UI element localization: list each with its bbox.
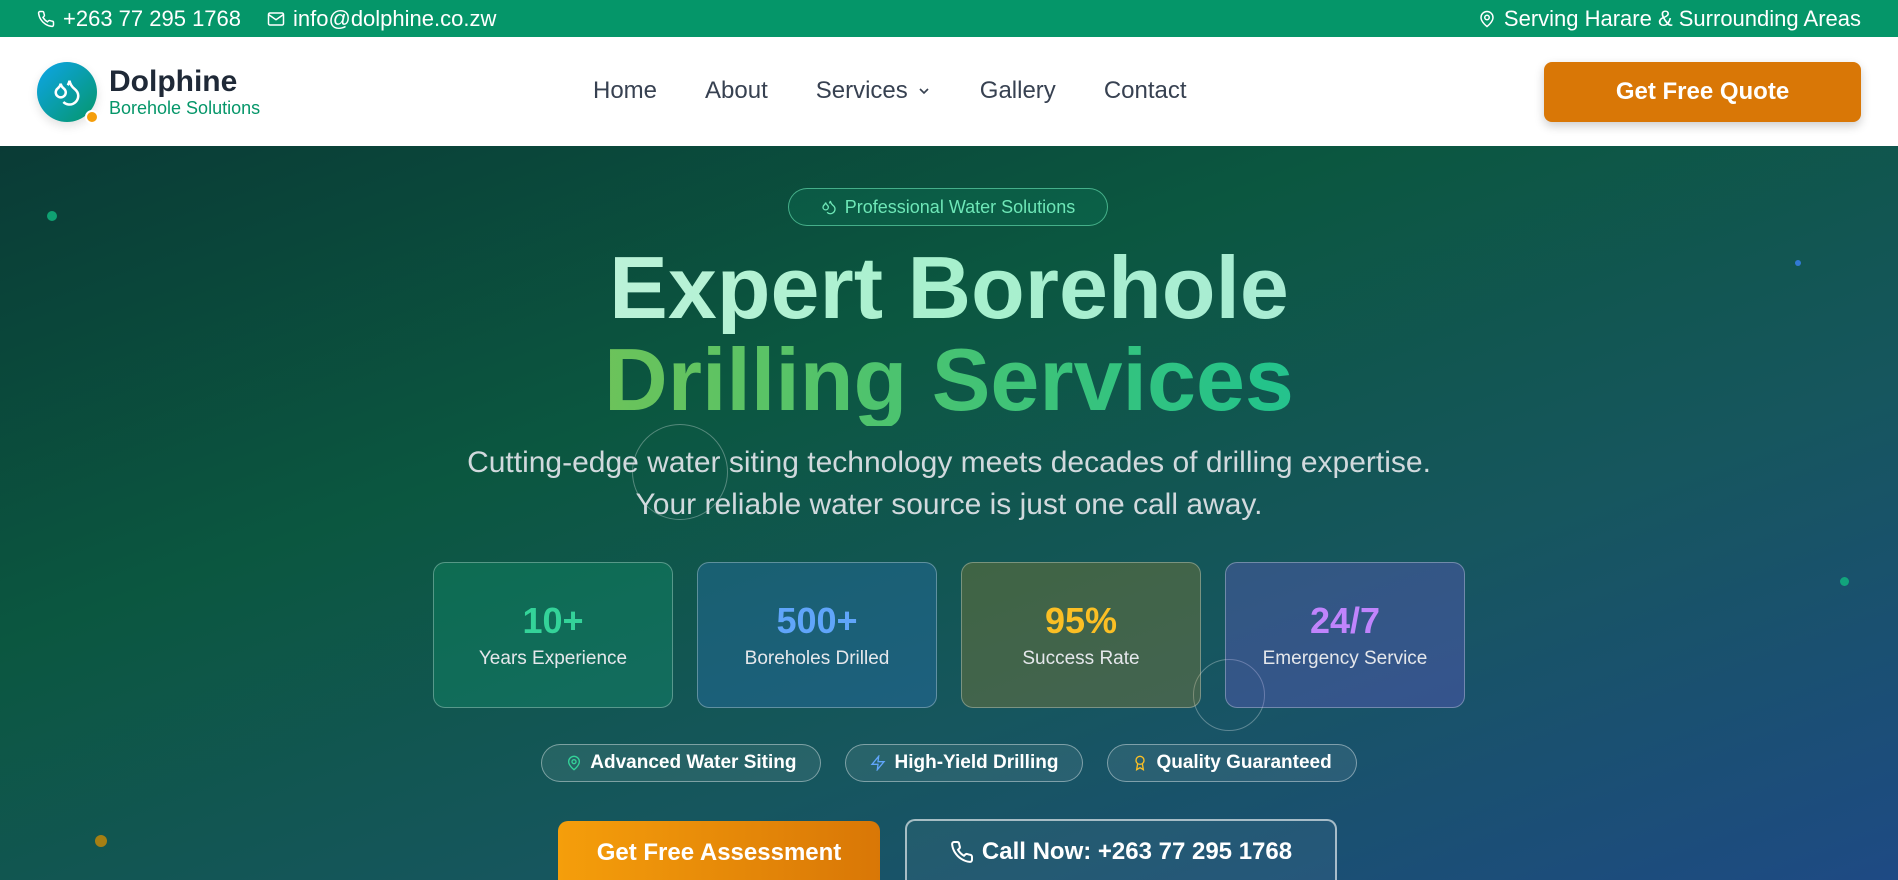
email-link[interactable]: info@dolphine.co.zw [267, 6, 496, 32]
water-drops-icon [54, 79, 80, 106]
top-info-bar: +263 77 295 1768 info@dolphine.co.zw Ser… [0, 0, 1898, 37]
map-pin-icon [1480, 10, 1494, 27]
brand-name: Dolphine [109, 64, 238, 98]
call-now-label: Call Now: +263 77 295 1768 [981, 838, 1293, 865]
hero-section: Professional Water Solutions Expert Bore… [0, 146, 1898, 880]
feature-label: Advanced Water Siting [590, 752, 797, 773]
nav-services-label: Services [815, 77, 908, 104]
phone-text: +263 77 295 1768 [63, 5, 242, 31]
stat-label: Emergency Service [1262, 648, 1428, 669]
nav-gallery-label: Gallery [979, 77, 1056, 104]
stat-card-emergency: 24/7 Emergency Service [1225, 562, 1465, 708]
stat-card-experience: 10+ Years Experience [433, 562, 673, 708]
nav-about-label: About [705, 77, 768, 104]
main-nav: Home About Services Gallery Contact [593, 77, 1187, 105]
contact-info: +263 77 295 1768 info@dolphine.co.zw [37, 6, 496, 32]
hero-title: Expert Borehole Drilling Services [0, 242, 1898, 426]
service-area: Serving Harare & Surrounding Areas [1478, 6, 1861, 32]
get-free-assessment-button[interactable]: Get Free Assessment [558, 821, 880, 880]
feature-high-yield: High-Yield Drilling [845, 744, 1084, 782]
service-area-text: Serving Harare & Surrounding Areas [1503, 5, 1861, 31]
feature-water-siting: Advanced Water Siting [541, 744, 822, 782]
feature-pills: Advanced Water Siting High-Yield Drillin… [0, 744, 1898, 782]
award-icon [1135, 755, 1146, 771]
badge-text: Professional Water Solutions [844, 196, 1076, 217]
logo-badge [37, 61, 99, 124]
hero-title-line2: Drilling Services [0, 334, 1898, 426]
stats-row: 10+ Years Experience 500+ Boreholes Dril… [433, 562, 1465, 708]
nav-about[interactable]: About [705, 77, 768, 105]
phone-link[interactable]: +263 77 295 1768 [37, 6, 241, 32]
stat-label: Years Experience [478, 648, 628, 669]
call-now-button[interactable]: Call Now: +263 77 295 1768 [905, 819, 1337, 880]
nav-gallery[interactable]: Gallery [980, 77, 1056, 105]
brand-text: Dolphine Borehole Solutions [109, 65, 260, 119]
nav-services[interactable]: Services [816, 77, 932, 105]
stat-card-success: 95% Success Rate [961, 562, 1201, 708]
logo-accent-dot [85, 109, 99, 124]
nav-contact[interactable]: Contact [1104, 77, 1187, 105]
phone-icon [37, 10, 55, 27]
decor-particle [47, 211, 57, 221]
stat-label: Boreholes Drilled [744, 648, 890, 669]
nav-contact-label: Contact [1103, 77, 1187, 104]
feature-label: High-Yield Drilling [894, 752, 1059, 773]
chevron-down-icon [919, 88, 929, 95]
stat-card-boreholes: 500+ Boreholes Drilled [697, 562, 937, 708]
map-pin-icon [568, 755, 581, 771]
brand-logo-link[interactable]: Dolphine Borehole Solutions [37, 61, 577, 124]
feature-quality: Quality Guaranteed [1107, 744, 1357, 782]
get-free-quote-button[interactable]: Get Free Quote [1544, 62, 1861, 122]
stat-value: 500+ [776, 600, 858, 641]
lightning-icon [871, 755, 886, 771]
stat-value: 10+ [522, 600, 584, 641]
nav-home[interactable]: Home [593, 77, 657, 105]
hero-subtitle: Cutting-edge water siting technology mee… [467, 446, 1431, 521]
decor-particle [1840, 577, 1849, 586]
feature-label: Quality Guaranteed [1156, 752, 1332, 773]
stat-value: 24/7 [1309, 600, 1381, 641]
hero-title-line1: Expert Borehole [0, 242, 1898, 334]
email-text: info@dolphine.co.zw [293, 5, 497, 31]
phone-icon [950, 840, 973, 863]
site-header: Dolphine Borehole Solutions Home About S… [0, 37, 1898, 146]
nav-home-label: Home [593, 77, 658, 104]
professional-badge: Professional Water Solutions [788, 188, 1108, 226]
brand-tagline: Borehole Solutions [109, 97, 261, 118]
decor-particle [95, 835, 107, 847]
mail-icon [267, 11, 285, 26]
stat-value: 95% [1044, 600, 1118, 641]
stat-label: Success Rate [1022, 648, 1140, 669]
water-drops-icon [822, 200, 836, 215]
